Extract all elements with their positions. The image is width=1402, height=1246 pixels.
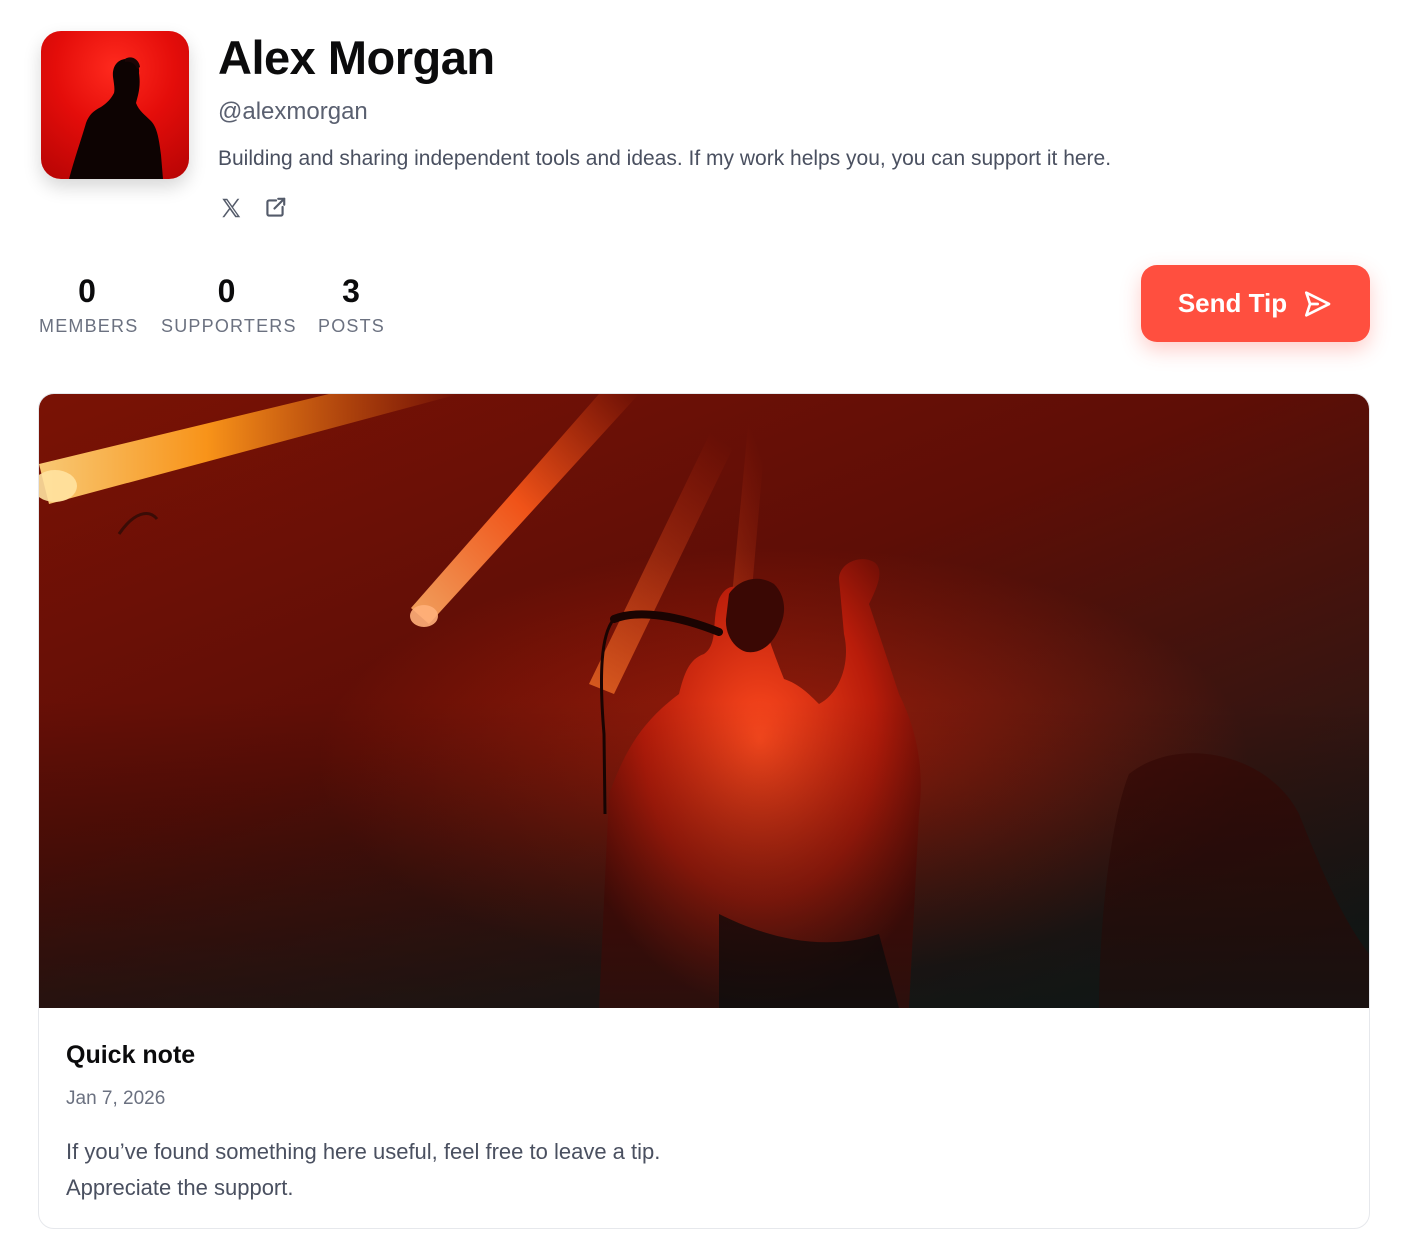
post-body: If you’ve found something here useful, f…	[66, 1134, 660, 1206]
post-title: Quick note	[66, 1041, 196, 1069]
post-image	[39, 394, 1369, 1008]
stat-posts-value: 3	[342, 273, 360, 309]
profile-handle: @alexmorgan	[218, 98, 368, 125]
post-body-line: If you’ve found something here useful, f…	[66, 1139, 661, 1164]
stat-members-label: MEMBERS	[39, 316, 139, 336]
concert-photo	[39, 394, 1369, 1008]
stat-posts: 3 POSTS	[318, 272, 384, 338]
x-twitter-link[interactable]	[218, 195, 244, 221]
stat-posts-label: POSTS	[318, 316, 386, 336]
post-body-line: Appreciate the support.	[66, 1175, 294, 1200]
post-date: Jan 7, 2026	[66, 1088, 166, 1109]
x-twitter-icon	[222, 198, 241, 218]
profile-page: Alex Morgan @alexmorgan Building and sha…	[0, 0, 1402, 1246]
send-tip-label: Send Tip	[1177, 288, 1288, 318]
avatar-silhouette	[69, 57, 163, 179]
stat-members-value: 0	[78, 273, 96, 309]
profile-bio: Building and sharing independent tools a…	[218, 147, 1112, 170]
stat-supporters: 0 SUPPORTERS	[161, 272, 297, 338]
stat-supporters-label: SUPPORTERS	[161, 316, 297, 336]
external-link-icon	[266, 197, 286, 217]
send-icon	[1305, 290, 1331, 317]
external-link[interactable]	[262, 195, 288, 221]
avatar	[41, 31, 189, 179]
profile-name: Alex Morgan	[218, 31, 495, 84]
stat-supporters-value: 0	[217, 273, 236, 309]
send-tip-button[interactable]: Send Tip	[1141, 265, 1370, 342]
stat-members: 0 MEMBERS	[39, 272, 139, 338]
post-card[interactable]: Quick note Jan 7, 2026 If you’ve found s…	[38, 393, 1370, 1229]
